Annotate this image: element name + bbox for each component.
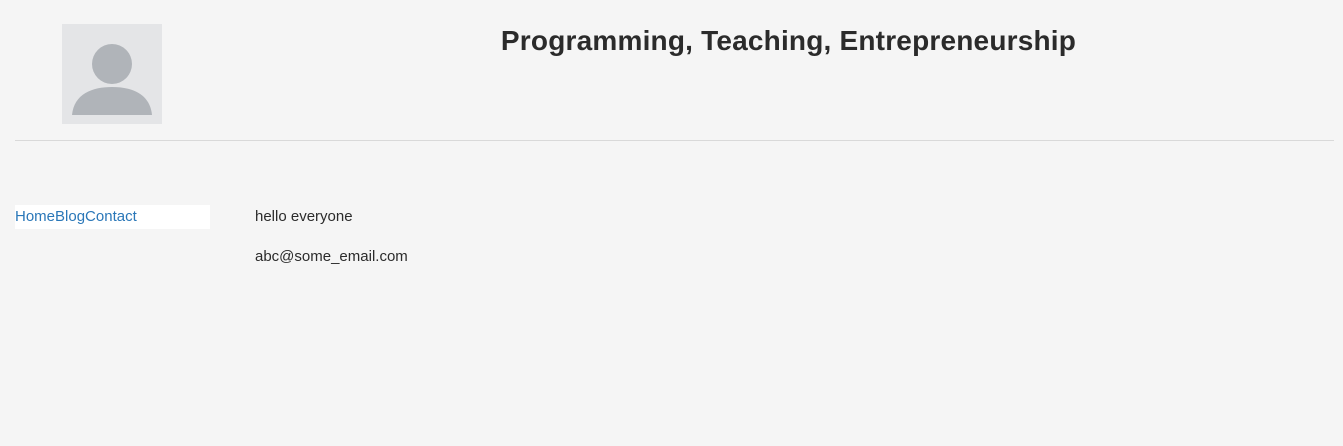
nav-link-contact[interactable]: Contact — [85, 205, 137, 229]
greeting-text: hello everyone — [255, 208, 353, 225]
main-nav: Home Blog Contact — [15, 205, 210, 229]
nav-link-home[interactable]: Home — [15, 205, 55, 229]
page-title: Programming, Teaching, Entrepreneurship — [500, 25, 1077, 56]
nav-link-blog[interactable]: Blog — [55, 205, 85, 229]
main-content: hello everyone abc@some_email.com — [255, 205, 408, 269]
site-header: Programming, Teaching, Entrepreneurship — [15, 0, 1334, 141]
email-text: abc@some_email.com — [255, 248, 408, 265]
